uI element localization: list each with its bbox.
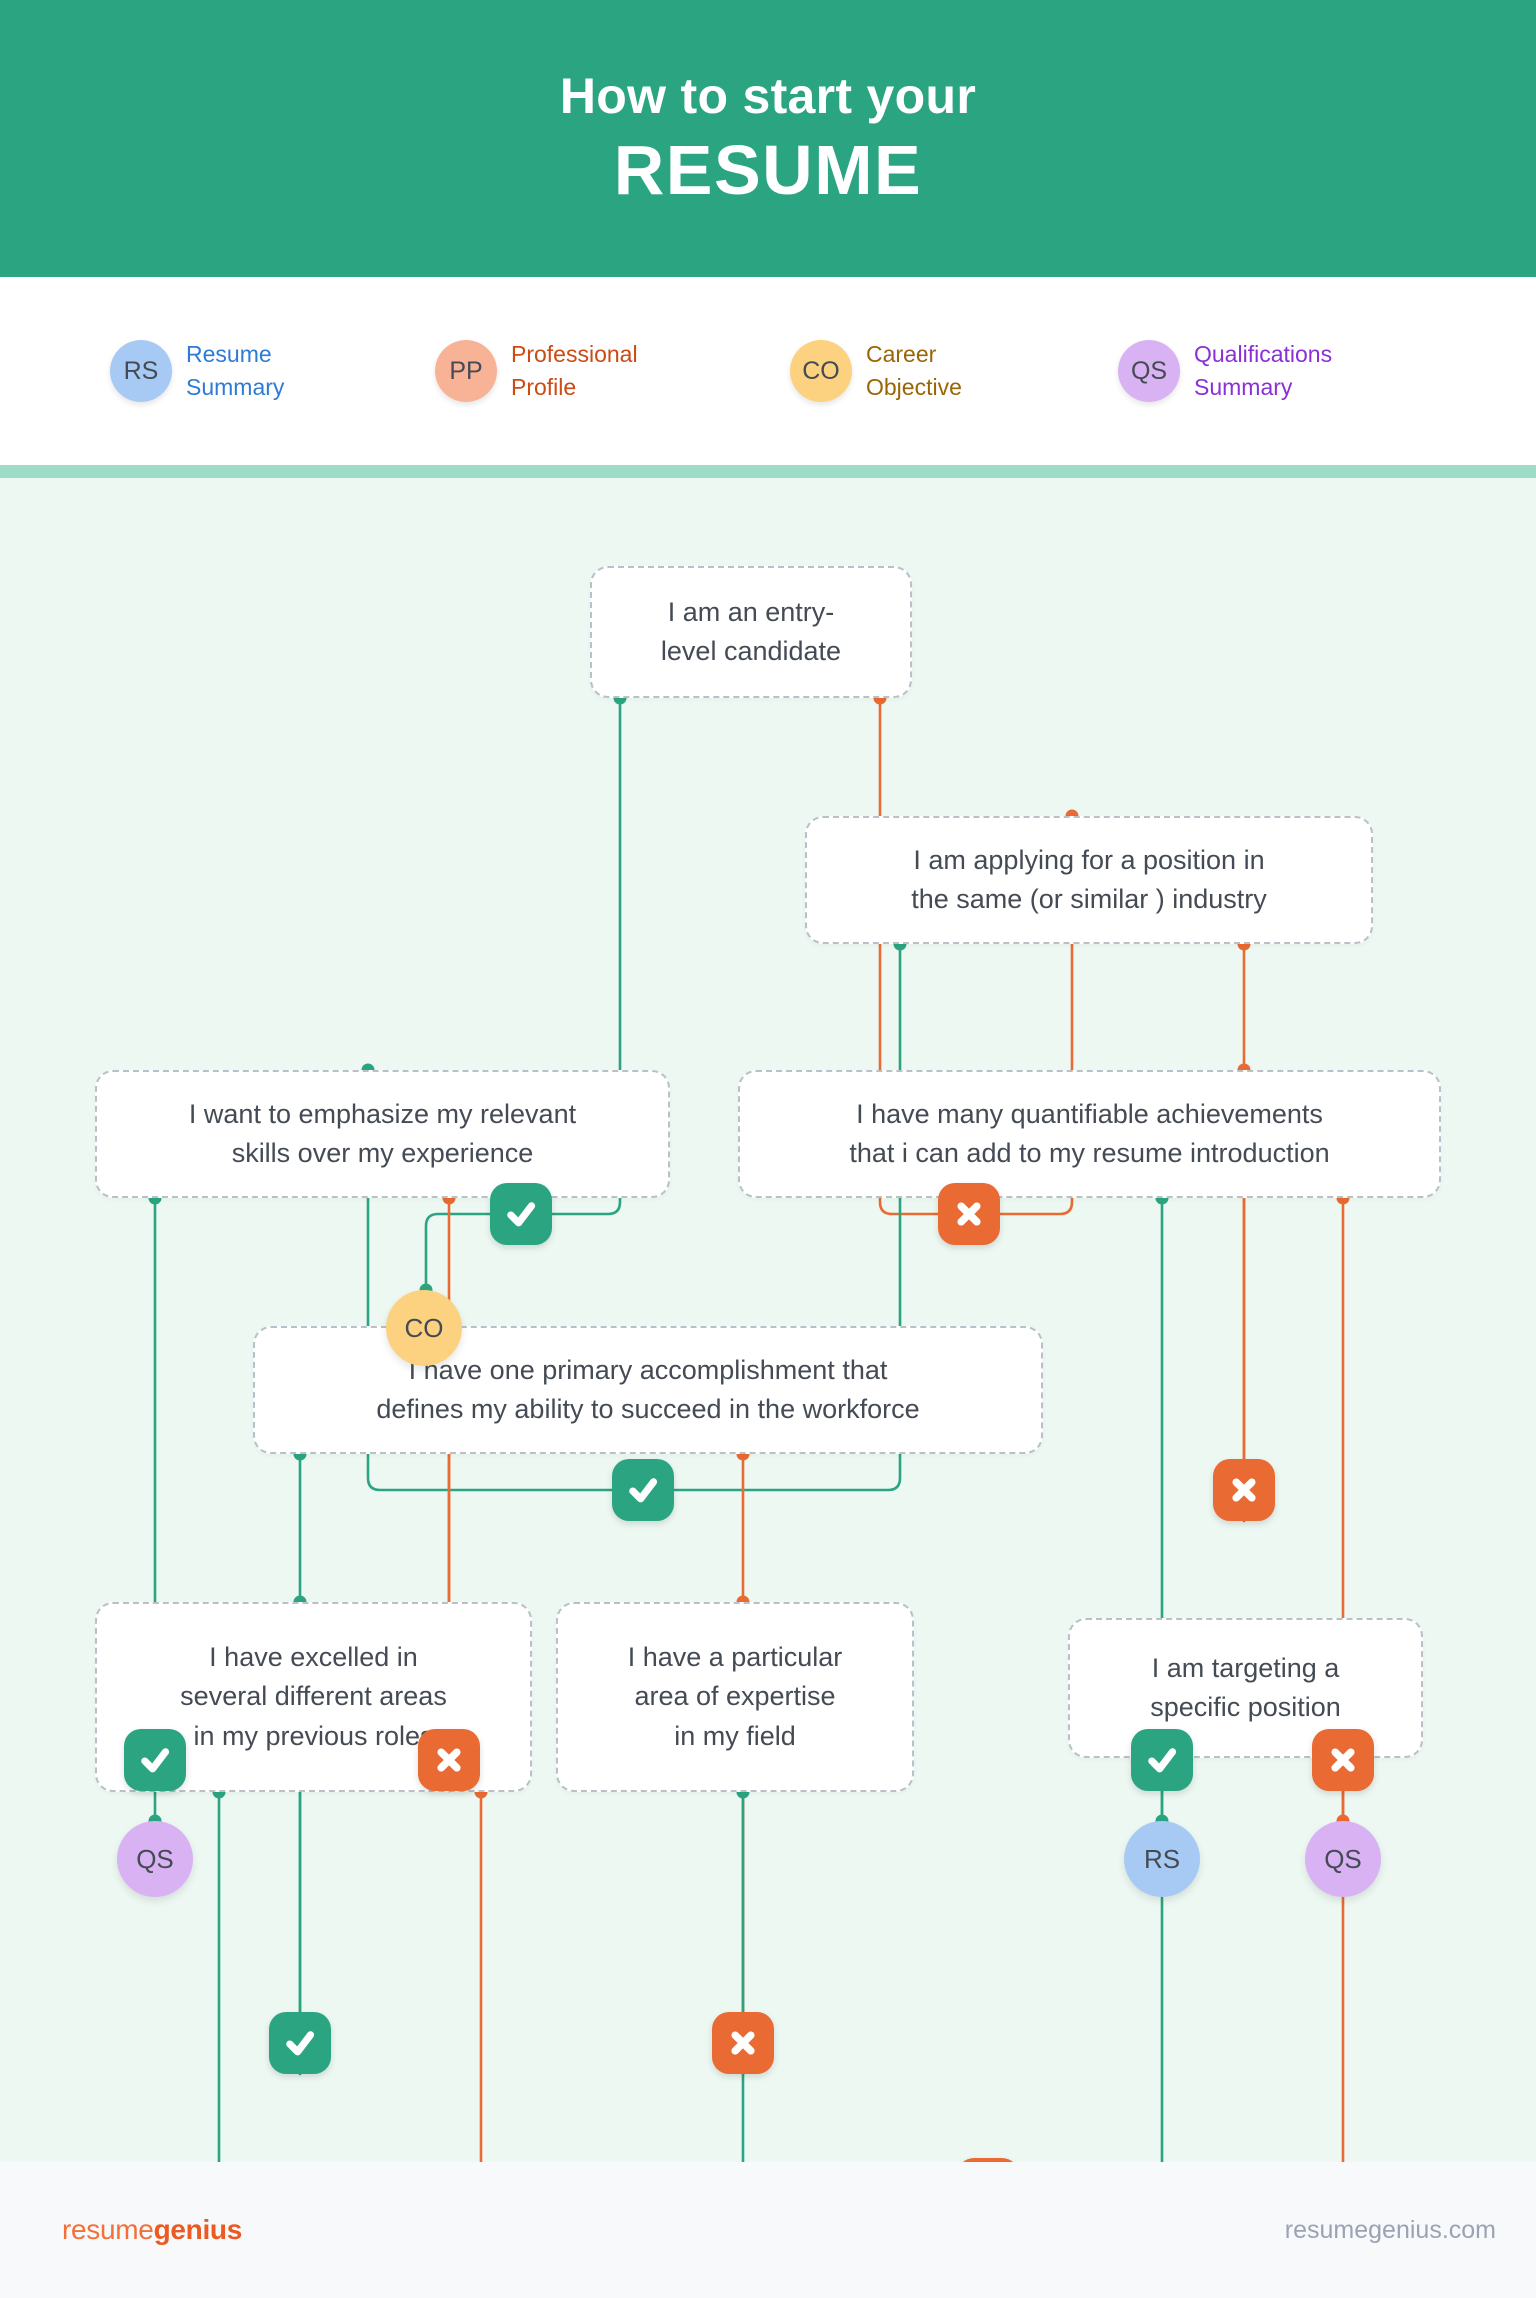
outcome-qs: QS — [1305, 1821, 1381, 1897]
flowchart-canvas: I am an entry- level candidate I am apply… — [0, 478, 1536, 2220]
question-text: I am applying for a position in the same… — [911, 844, 1267, 914]
legend-item-pp: PP Professional Profile — [435, 338, 638, 403]
header-banner: How to start your RESUME — [0, 0, 1536, 277]
footer-url[interactable]: resumegenius.com — [1285, 2216, 1496, 2245]
question-box-q3: I want to emphasize my relevant skills o… — [95, 1070, 670, 1198]
question-box-q5: I have one primary accomplishment that d… — [253, 1326, 1043, 1454]
footer: resumegenius resumegenius.com — [0, 2162, 1536, 2298]
question-box-q4: I have many quantifiable achievements th… — [738, 1070, 1441, 1198]
legend-label-co: Career Objective — [866, 341, 962, 400]
connector-lines — [148, 691, 1350, 2162]
outcome-qs: QS — [117, 1821, 193, 1897]
brand-logo-bold: genius — [153, 2214, 243, 2245]
check-icon — [124, 1729, 186, 1791]
cross-icon — [712, 2012, 774, 2074]
page-title-line1: How to start your — [559, 68, 977, 125]
question-text: I have many quantifiable achievements th… — [849, 1098, 1330, 1168]
legend-item-co: CO Career Objective — [790, 338, 962, 403]
question-box-q2: I am applying for a position in the same… — [805, 816, 1373, 944]
question-text: I am targeting a specific position — [1150, 1652, 1341, 1722]
infographic-page: How to start your RESUME RS Resume Summar… — [0, 0, 1536, 2298]
legend-circle-co: CO — [790, 340, 852, 402]
page-title-line2: RESUME — [613, 131, 923, 210]
section-divider — [0, 465, 1536, 478]
check-icon — [612, 1459, 674, 1521]
brand-logo-light: resume — [62, 2214, 154, 2245]
cross-icon — [938, 1183, 1000, 1245]
connector-line — [424, 1212, 492, 1292]
legend-item-qs: QS Qualifications Summary — [1118, 338, 1332, 403]
question-box-q1: I am an entry- level candidate — [590, 566, 912, 698]
question-text: I am an entry- level candidate — [660, 596, 842, 666]
legend-item-rs: RS Resume Summary — [110, 338, 284, 403]
cross-icon — [418, 1729, 480, 1791]
check-icon — [490, 1183, 552, 1245]
outcome-rs: RS — [1124, 1821, 1200, 1897]
legend-label-rs: Resume Summary — [186, 341, 285, 400]
check-icon — [269, 2012, 331, 2074]
legend-circle-qs: QS — [1118, 340, 1180, 402]
legend: RS Resume Summary PP Professional Profile CO… — [0, 277, 1536, 465]
legend-circle-rs: RS — [110, 340, 172, 402]
cross-icon — [1312, 1729, 1374, 1791]
legend-circle-pp: PP — [435, 340, 497, 402]
check-icon — [1131, 1729, 1193, 1791]
question-text: I have one primary accomplishment that d… — [376, 1354, 920, 1424]
brand-logo[interactable]: resumegenius — [62, 2214, 242, 2246]
legend-label-pp: Professional Profile — [511, 341, 638, 400]
question-text: I want to emphasize my relevant skills o… — [188, 1098, 577, 1168]
legend-label-qs: Qualifications Summary — [1194, 341, 1333, 400]
question-box-q7: I have a particular area of expertise in… — [556, 1602, 914, 1792]
question-text: I have excelled in several different are… — [180, 1642, 447, 1751]
outcome-co: CO — [386, 1290, 462, 1366]
question-text: I have a particular area of expertise in… — [627, 1642, 843, 1751]
cross-icon — [1213, 1459, 1275, 1521]
